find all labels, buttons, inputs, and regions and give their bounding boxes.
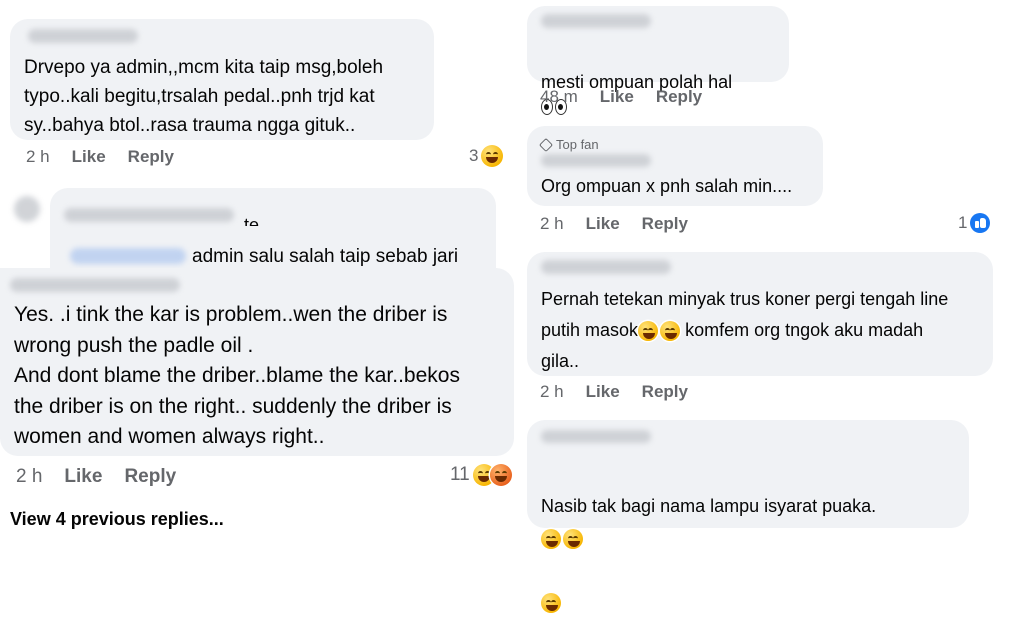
comment-text: Nasib tak bagi nama lampu isyarat puaka. xyxy=(541,458,876,618)
comment-time: 2 h xyxy=(540,214,564,233)
reply-button[interactable]: Reply xyxy=(656,87,702,107)
comment-actions-5: 2 h Like Reply xyxy=(540,214,688,234)
blurred-commenter-name xyxy=(541,260,671,274)
like-button[interactable]: Like xyxy=(586,382,620,402)
comment-actions-4: 48 m Like Reply xyxy=(540,87,702,107)
blurred-commenter-name xyxy=(28,29,138,43)
comment-text: admin salu salah taip sebab jari xyxy=(192,246,459,267)
reaction-count: 1 xyxy=(958,213,968,232)
blurred-commenter-name xyxy=(64,208,234,222)
comment-actions-6: 2 h Like Reply xyxy=(540,382,688,402)
grinning-emoji-icon xyxy=(541,593,561,614)
comment-text: Org ompuan x pnh salah min.... xyxy=(541,176,793,196)
like-button[interactable]: Like xyxy=(586,214,620,234)
blurred-commenter-name xyxy=(541,14,651,28)
comment-time: 2 h xyxy=(26,147,50,166)
grinning-emoji-icon xyxy=(541,529,561,550)
comment-actions-1: 2 h Like Reply xyxy=(26,147,174,167)
top-fan-label: Top fan xyxy=(556,137,599,152)
grinning-emoji-icon xyxy=(563,529,583,550)
comment-text: Yes. .i tink the kar is problem..wen the… xyxy=(14,303,460,448)
partial-name: te xyxy=(244,216,260,226)
blurred-commenter-name xyxy=(541,154,651,167)
comment-time: 48 m xyxy=(540,87,578,106)
laughing-emoji-icon xyxy=(638,321,659,342)
comment-bubble-1: Drvepo ya admin,,mcm kita taip msg,boleh… xyxy=(10,19,434,140)
angry-emoji-icon xyxy=(489,464,512,486)
comment-text: mesti ompuan polah hal xyxy=(541,46,732,118)
comment-bubble-5: Top fan Org ompuan x pnh salah min.... xyxy=(527,126,823,206)
reaction-count: 11 xyxy=(450,464,470,485)
reaction-summary-3[interactable]: 11 xyxy=(450,464,512,486)
reaction-summary-5[interactable]: 1 xyxy=(958,213,991,233)
diamond-icon xyxy=(538,137,554,152)
reply-button[interactable]: Reply xyxy=(642,214,688,234)
comment-bubble-2: te admin salu salah taip sebab jari xyxy=(50,188,496,278)
blurred-mention xyxy=(70,248,186,264)
comment-bubble-6: Pernah tetekan minyak trus koner pergi t… xyxy=(527,252,993,376)
comment-time: 2 h xyxy=(540,382,564,401)
blurred-commenter-name xyxy=(541,430,651,443)
top-fan-badge: Top fan xyxy=(538,137,599,152)
comment-bubble-7: Nasib tak bagi nama lampu isyarat puaka. xyxy=(527,420,969,614)
comment-bubble-3: Yes. .i tink the kar is problem..wen the… xyxy=(0,268,514,456)
reply-button[interactable]: Reply xyxy=(128,147,174,167)
reaction-summary-1[interactable]: 3 xyxy=(469,145,504,167)
like-button[interactable]: Like xyxy=(64,466,102,488)
like-button[interactable]: Like xyxy=(72,147,106,167)
avatar xyxy=(14,196,40,222)
comment-time: 2 h xyxy=(16,466,43,487)
reply-button[interactable]: Reply xyxy=(642,382,688,402)
comment-bubble-4: mesti ompuan polah hal xyxy=(527,6,789,116)
laughing-emoji-icon xyxy=(481,145,504,167)
laughing-emoji-icon xyxy=(660,321,681,342)
blurred-commenter-name xyxy=(10,278,180,292)
like-badge-icon xyxy=(970,213,991,233)
reaction-count: 3 xyxy=(469,146,479,165)
comment-actions-3: 2 h Like Reply xyxy=(16,466,176,488)
reply-button[interactable]: Reply xyxy=(124,466,176,488)
comment-text: Drvepo ya admin,,mcm kita taip msg,boleh… xyxy=(24,57,384,136)
comment-text: Pernah tetekan minyak trus koner pergi t… xyxy=(541,289,949,371)
like-button[interactable]: Like xyxy=(600,87,634,107)
view-previous-replies-link[interactable]: View 4 previous replies... xyxy=(10,509,224,530)
